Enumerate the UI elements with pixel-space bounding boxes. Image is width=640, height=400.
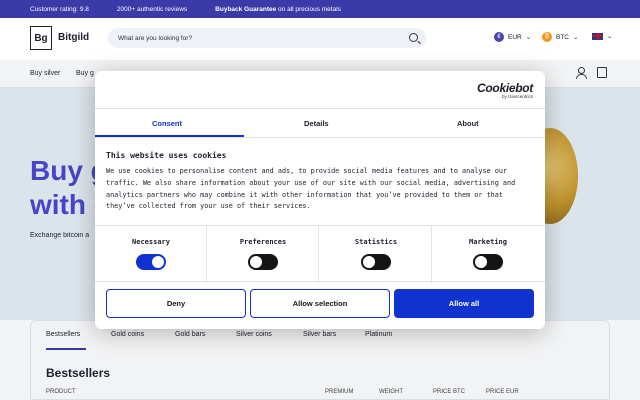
category-necessary: Necessary — [95, 226, 207, 283]
chevron-down-icon: ⌄ — [573, 34, 579, 41]
buyback-guarantee: Buyback Guarantee on all precious metals — [215, 5, 341, 13]
currency-selector-eur[interactable]: € EUR ⌄ — [494, 32, 531, 42]
marketing-toggle[interactable] — [473, 254, 503, 270]
cookie-title: This website uses cookies — [106, 151, 227, 160]
chevron-down-icon: ⌄ — [525, 34, 532, 41]
logo-text[interactable]: Bitgild — [58, 32, 89, 43]
customer-rating: Customer rating: 9.8 — [30, 5, 89, 13]
uk-flag-icon — [592, 32, 603, 40]
allow-selection-button[interactable]: Allow selection — [250, 289, 390, 318]
necessary-toggle[interactable] — [136, 254, 166, 270]
currency-selector-btc[interactable]: ₿ BTC ⌄ — [542, 32, 578, 42]
tab-about[interactable]: About — [457, 119, 479, 128]
promo-bar: Customer rating: 9.8 2000+ authentic rev… — [0, 0, 640, 18]
cookiebot-logo: Cookiebot by Usercentrics — [477, 81, 533, 99]
deny-button[interactable]: Deny — [106, 289, 246, 318]
bitcoin-icon: ₿ — [542, 32, 552, 42]
euro-icon: € — [494, 32, 504, 42]
consent-tabs: Consent Details About — [95, 108, 545, 138]
chevron-down-icon: ⌄ — [607, 33, 613, 40]
category-marketing: Marketing — [432, 226, 544, 283]
currency-label: EUR — [508, 33, 522, 41]
search-icon[interactable] — [409, 33, 418, 42]
allow-all-button[interactable]: Allow all — [394, 289, 534, 318]
statistics-toggle[interactable] — [361, 254, 391, 270]
cookie-consent-dialog: Cookiebot by Usercentrics Consent Detail… — [95, 71, 545, 329]
site-header: Bg Bitgild What are you looking for? € E… — [0, 18, 640, 60]
cookie-categories: Necessary Preferences Statistics Marketi… — [95, 225, 545, 283]
category-preferences: Preferences — [207, 226, 319, 283]
search-placeholder: What are you looking for? — [118, 34, 193, 42]
cookie-description: We use cookies to personalise content an… — [106, 167, 516, 211]
reviews-count: 2000+ authentic reviews — [116, 5, 188, 13]
preferences-toggle[interactable] — [248, 254, 278, 270]
tab-details[interactable]: Details — [304, 119, 329, 128]
search-input[interactable]: What are you looking for? — [108, 28, 426, 48]
active-tab-indicator — [95, 135, 244, 137]
logo-mark[interactable]: Bg — [30, 26, 52, 50]
language-selector[interactable]: ⌄ — [592, 32, 612, 40]
currency-label: BTC — [556, 33, 569, 41]
category-statistics: Statistics — [320, 226, 432, 283]
tab-consent[interactable]: Consent — [152, 119, 182, 128]
